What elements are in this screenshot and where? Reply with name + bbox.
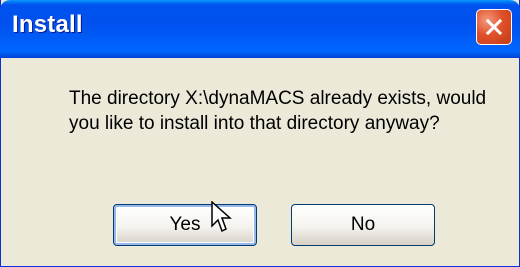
close-icon [485,18,503,36]
close-button[interactable] [476,9,512,45]
install-dialog: Install The directory X:\dynaMACS alread… [0,0,520,267]
dialog-message: The directory X:\dynaMACS already exists… [69,88,487,134]
dialog-body: The directory X:\dynaMACS already exists… [1,58,519,266]
no-button[interactable]: No [291,204,435,246]
no-button-label: No [350,214,376,235]
title-bar[interactable]: Install [0,0,520,58]
dialog-title: Install [12,11,83,38]
yes-button[interactable]: Yes [113,204,257,246]
yes-button-label: Yes [169,214,201,235]
